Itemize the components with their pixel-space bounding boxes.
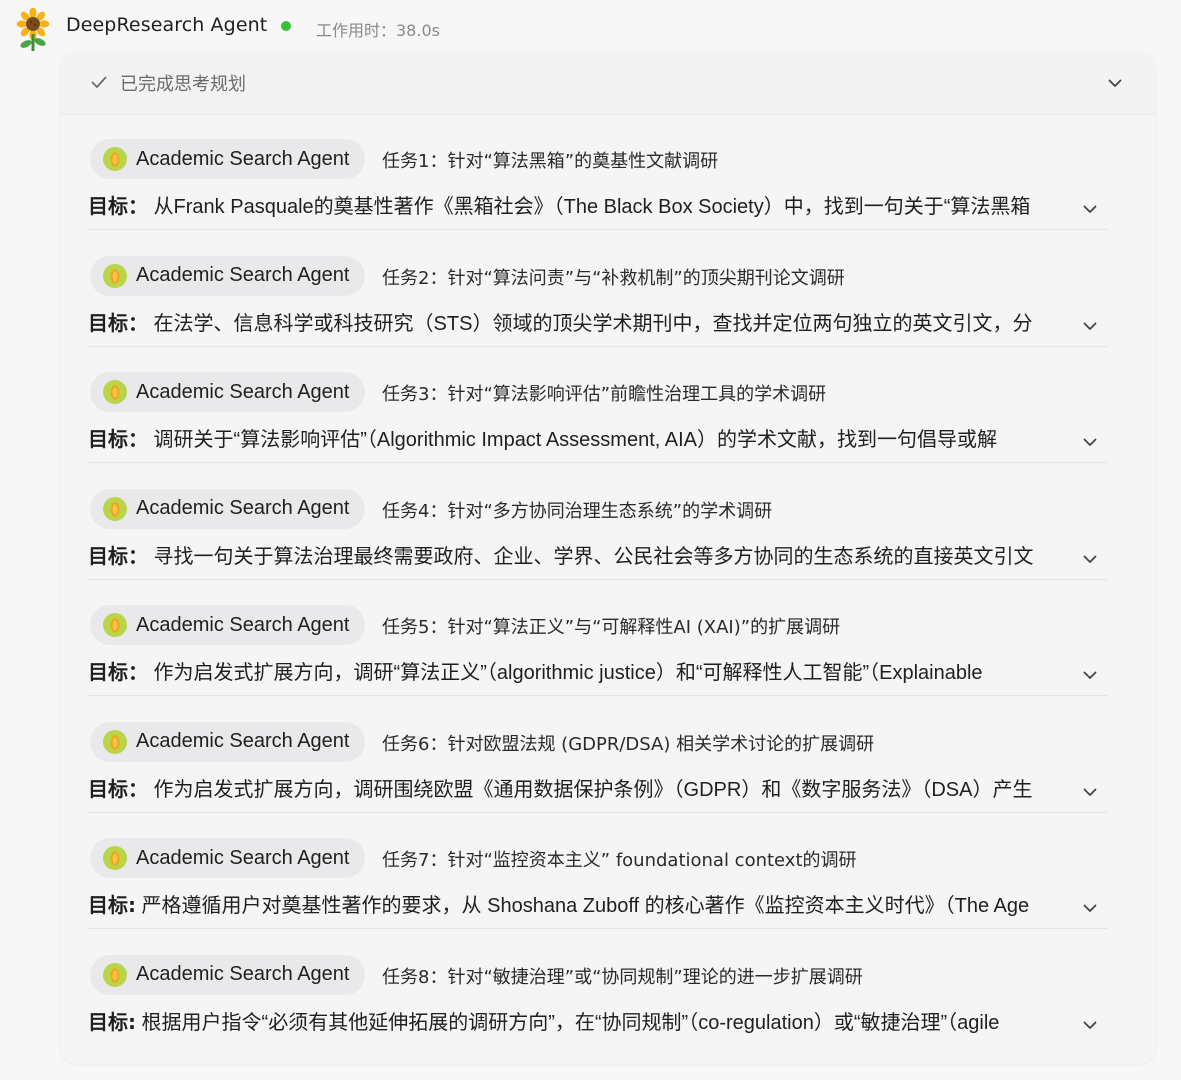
- goal-label: 目标:: [88, 1009, 136, 1034]
- goal-text: 作为启发式扩展方向，调研围绕欧盟《通用数据保护条例》（GDPR）和《数字服务法》…: [148, 778, 1033, 801]
- seed-icon: [103, 496, 127, 521]
- chevron-down-icon[interactable]: [1081, 899, 1099, 917]
- task-goal: 目标： 作为启发式扩展方向，调研围绕欧盟《通用数据保护条例》（GDPR）和《数字…: [88, 774, 1071, 804]
- task-title: 任务7：针对“监控资本主义” foundational context的调研: [382, 850, 857, 871]
- task-item-4: Academic Search Agent 任务4：针对“多方协同治理生态系统”…: [88, 464, 1108, 580]
- task-goal: 目标: 严格遵循用户对奠基性著作的要求，从 Shoshana Zuboff 的核…: [88, 890, 1071, 920]
- goal-label: 目标：: [88, 776, 148, 801]
- agent-name: Academic Search Agent: [136, 497, 350, 519]
- chevron-down-icon[interactable]: [1081, 1016, 1099, 1034]
- agent-badge[interactable]: Academic Search Agent: [90, 488, 366, 529]
- online-status-dot: [281, 21, 291, 31]
- task-title: 任务5：针对“算法正义”与“可解释性AI (XAI)”的扩展调研: [382, 617, 841, 638]
- agent-badge[interactable]: Academic Search Agent: [90, 954, 366, 995]
- agent-badge[interactable]: Academic Search Agent: [90, 372, 366, 412]
- plan-header[interactable]: 已完成思考规划: [60, 52, 1156, 115]
- seed-icon: [103, 613, 127, 637]
- agent-badge[interactable]: Academic Search Agent: [90, 721, 366, 762]
- task-title: 任务1：针对“算法黑箱”的奠基性文献调研: [382, 151, 719, 172]
- task-item-7: Academic Search Agent 任务7：针对“监控资本主义” fou…: [88, 813, 1108, 929]
- chevron-down-icon[interactable]: [1081, 550, 1099, 568]
- task-item-8: Academic Search Agent 任务8：针对“敏捷治理”或“协同规制…: [88, 930, 1108, 1046]
- chevron-down-icon[interactable]: [1081, 317, 1099, 335]
- task-item-5: Academic Search Agent 任务5：针对“算法正义”与“可解释性…: [88, 580, 1108, 696]
- goal-text: 根据用户指令“必须有其他延伸拓展的调研方向”，在“协同规制”（co-regula…: [136, 1011, 1000, 1034]
- task-goal: 目标： 调研关于“算法影响评估”（Algorithmic Impact Asse…: [88, 424, 1071, 454]
- chevron-down-icon[interactable]: [1081, 783, 1099, 801]
- agent-header: DeepResearch Agent 工作用时：38.0s: [0, 0, 1181, 56]
- agent-name: Academic Search Agent: [136, 380, 350, 403]
- task-item-6: Academic Search Agent 任务6：针对欧盟法规 (GDPR/D…: [88, 697, 1108, 813]
- agent-name: Academic Search Agent: [136, 963, 350, 985]
- chevron-down-icon[interactable]: [1106, 74, 1124, 92]
- seed-icon: [103, 962, 127, 987]
- task-title: 任务8：针对“敏捷治理”或“协同规制”理论的进一步扩展调研: [382, 966, 863, 988]
- task-goal: 目标： 作为启发式扩展方向，调研“算法正义”（algorithmic justi…: [88, 657, 1071, 687]
- goal-text: 寻找一句关于算法治理最终需要政府、企业、学界、公民社会等多方协同的生态系统的直接…: [148, 545, 1034, 568]
- task-item-3: Academic Search Agent 任务3：针对“算法影响评估”前瞻性治…: [88, 347, 1108, 463]
- app-name: DeepResearch Agent: [66, 14, 268, 36]
- seed-icon: [103, 846, 127, 870]
- task-title: 任务3：针对“算法影响评估”前瞻性治理工具的学术调研: [382, 384, 827, 405]
- task-goal: 目标: 根据用户指令“必须有其他延伸拓展的调研方向”，在“协同规制”（co-re…: [88, 1007, 1071, 1037]
- check-icon: [91, 76, 107, 88]
- goal-text: 从Frank Pasquale的奠基性著作《黑箱社会》（The Black Bo…: [148, 196, 1031, 218]
- agent-name: Academic Search Agent: [136, 264, 350, 286]
- agent-badge[interactable]: Academic Search Agent: [90, 255, 366, 296]
- goal-label: 目标：: [88, 543, 148, 568]
- goal-label: 目标：: [88, 427, 148, 451]
- sunflower-icon: [16, 8, 50, 51]
- seed-icon: [103, 380, 127, 404]
- goal-text: 在法学、信息科学或科技研究（STS）领域的顶尖学术期刊中，查找并定位两句独立的英…: [148, 312, 1033, 335]
- task-item-1: Academic Search Agent 任务1：针对“算法黑箱”的奠基性文献…: [88, 114, 1108, 230]
- seed-icon: [103, 263, 127, 288]
- seed-icon: [103, 729, 127, 754]
- chevron-down-icon[interactable]: [1081, 433, 1099, 451]
- goal-label: 目标：: [88, 310, 148, 335]
- agent-badge[interactable]: Academic Search Agent: [90, 139, 366, 179]
- task-item-2: Academic Search Agent 任务2：针对“算法问责”与“补救机制…: [88, 231, 1108, 347]
- agent-name: Academic Search Agent: [136, 147, 350, 170]
- agent-name: Academic Search Agent: [136, 846, 350, 869]
- goal-text: 调研关于“算法影响评估”（Algorithmic Impact Assessme…: [148, 429, 997, 451]
- task-goal: 目标： 从Frank Pasquale的奠基性著作《黑箱社会》（The Blac…: [88, 191, 1071, 221]
- chevron-down-icon[interactable]: [1081, 200, 1099, 218]
- goal-text: 严格遵循用户对奠基性著作的要求，从 Shoshana Zuboff 的核心著作《…: [136, 895, 1030, 917]
- task-goal: 目标： 在法学、信息科学或科技研究（STS）领域的顶尖学术期刊中，查找并定位两句…: [88, 308, 1071, 338]
- goal-label: 目标：: [88, 660, 148, 684]
- plan-status: 已完成思考规划: [120, 74, 246, 95]
- task-title: 任务2：针对“算法问责”与“补救机制”的顶尖期刊论文调研: [382, 267, 845, 289]
- agent-name: Academic Search Agent: [136, 613, 350, 636]
- seed-icon: [103, 147, 127, 171]
- goal-text: 作为启发式扩展方向，调研“算法正义”（algorithmic justice）和…: [148, 662, 983, 684]
- chevron-down-icon[interactable]: [1081, 666, 1099, 684]
- agent-badge[interactable]: Academic Search Agent: [90, 605, 366, 645]
- task-goal: 目标： 寻找一句关于算法治理最终需要政府、企业、学界、公民社会等多方协同的生态系…: [88, 541, 1071, 571]
- work-time: 工作用时：38.0s: [316, 21, 440, 40]
- plan-card: 已完成思考规划 Academic Search Agent 任务1：针对“算法黑…: [60, 52, 1156, 1064]
- goal-label: 目标：: [88, 194, 148, 218]
- task-title: 任务6：针对欧盟法规 (GDPR/DSA) 相关学术讨论的扩展调研: [382, 733, 875, 755]
- goal-label: 目标:: [88, 893, 136, 917]
- task-title: 任务4：针对“多方协同治理生态系统”的学术调研: [382, 500, 773, 522]
- agent-name: Academic Search Agent: [136, 730, 350, 752]
- agent-badge[interactable]: Academic Search Agent: [90, 838, 366, 878]
